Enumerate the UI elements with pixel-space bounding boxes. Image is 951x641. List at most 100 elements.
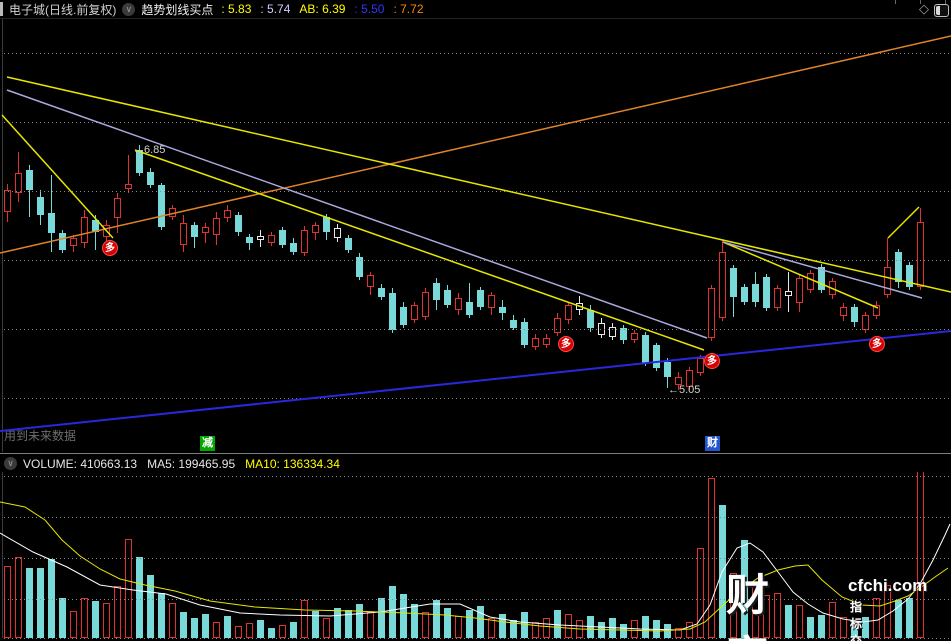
candle	[136, 150, 143, 173]
candle	[268, 235, 275, 243]
volume-bar	[510, 620, 517, 638]
candle	[741, 287, 748, 302]
volume-bar	[917, 462, 924, 638]
candle	[48, 213, 55, 233]
indicator-value-1: : 5.83	[221, 2, 252, 16]
candle	[301, 230, 308, 253]
volume-bar	[389, 586, 396, 638]
candle	[213, 218, 220, 235]
candle	[367, 275, 374, 287]
volume-bar	[829, 602, 836, 638]
candle	[719, 252, 726, 318]
indicator-value-4: : 5.50	[354, 2, 385, 16]
chevron-down-icon[interactable]: ∨	[122, 2, 136, 16]
volume-bar	[796, 605, 803, 638]
candle	[598, 323, 605, 335]
volume-bar	[367, 612, 374, 638]
candle	[147, 172, 154, 185]
candle	[752, 284, 759, 302]
candle	[158, 185, 165, 227]
stock-title: 电子城(日线.前复权)	[9, 2, 117, 17]
candle	[675, 377, 682, 385]
volume-bar	[862, 617, 869, 638]
volume-bar	[312, 611, 319, 638]
candle	[224, 210, 231, 218]
candle	[851, 307, 858, 322]
volume-bar	[851, 625, 858, 638]
volume-bar	[202, 614, 209, 638]
candle	[257, 236, 264, 240]
volume-bar	[158, 593, 165, 638]
volume-bar	[433, 600, 440, 638]
candle	[510, 320, 517, 328]
volume-bar	[818, 615, 825, 638]
candle	[774, 288, 781, 308]
candle	[466, 302, 473, 315]
candle-wick	[205, 223, 206, 243]
volume-bar	[686, 622, 693, 638]
future-data-note: 用到未来数据	[4, 429, 77, 443]
candle	[576, 303, 583, 310]
chevron-down-icon[interactable]: ∨	[4, 457, 17, 470]
volume-bar	[554, 610, 561, 638]
candle	[202, 227, 209, 233]
volume-bar	[246, 623, 253, 638]
volume-bar	[400, 594, 407, 638]
volume-bar	[70, 611, 77, 638]
volume-bar	[59, 598, 66, 638]
volume-bar	[653, 620, 660, 638]
candle	[356, 257, 363, 277]
volume-bar	[741, 540, 748, 638]
candle	[70, 238, 77, 246]
candle	[345, 238, 352, 250]
candle	[312, 225, 319, 233]
indicator-value-3: AB: 6.39	[299, 2, 346, 16]
price-chart-pane[interactable]	[0, 0, 951, 641]
volume-bar	[378, 598, 385, 638]
volume-bar	[807, 617, 814, 638]
volume-bar	[147, 575, 154, 638]
volume-bar	[642, 616, 649, 638]
candle	[873, 305, 880, 316]
candle	[125, 184, 132, 189]
diamond-icon[interactable]: ◇	[919, 1, 929, 17]
volume-bar	[785, 605, 792, 638]
candle	[895, 252, 902, 282]
volume-bar	[26, 568, 33, 638]
volume-bar	[576, 620, 583, 638]
window-icon[interactable]	[934, 4, 949, 17]
candle	[433, 283, 440, 300]
candle	[180, 223, 187, 245]
volume-bar	[884, 585, 891, 638]
volume-bar	[125, 539, 132, 638]
candle	[708, 288, 715, 338]
volume-bar	[763, 595, 770, 638]
volume-bar	[411, 604, 418, 638]
volume-bar	[213, 622, 220, 638]
volume-bar	[906, 598, 913, 638]
volume-bar	[565, 614, 572, 638]
indicator-value-5: : 7.72	[393, 2, 424, 16]
indicator-value-2: : 5.74	[260, 2, 291, 16]
volume-bar	[422, 612, 429, 638]
volume-bar	[81, 598, 88, 638]
volume-bar	[488, 618, 495, 638]
candle	[543, 338, 550, 345]
candle	[565, 305, 572, 320]
candle	[906, 265, 913, 287]
tdx-chart-window: 电子城(日线.前复权) ∨ 趋势划线买点 : 5.83 : 5.74 AB: 6…	[0, 0, 951, 641]
volume-bar	[455, 616, 462, 638]
volume-bar	[708, 478, 715, 638]
volume-bar	[873, 598, 880, 638]
volume-bar	[444, 608, 451, 638]
candle	[411, 305, 418, 320]
volume-bar	[532, 622, 539, 638]
volume-bar	[290, 622, 297, 638]
indicator-name[interactable]: 趋势划线买点	[141, 1, 213, 18]
candle	[290, 243, 297, 252]
volume-bar	[334, 608, 341, 638]
volume-bar	[92, 601, 99, 638]
pane-separator	[0, 453, 951, 454]
candle	[631, 333, 638, 340]
candle	[59, 233, 66, 250]
